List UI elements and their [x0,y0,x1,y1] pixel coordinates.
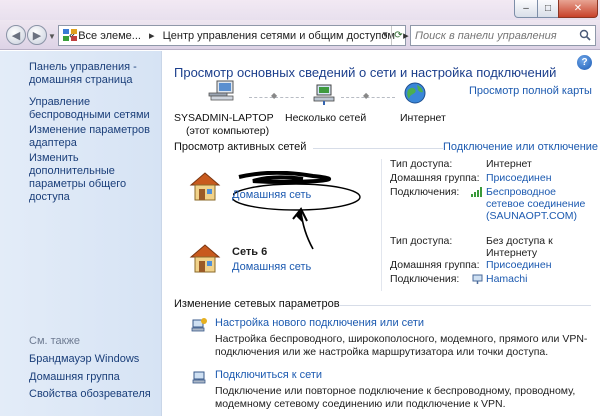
new-connection-link[interactable]: Настройка нового подключения или сети [215,317,424,329]
history-dropdown-icon[interactable]: ▼ [48,32,56,41]
title-bar: – □ ✕ [0,0,600,20]
access-type-label: Тип доступа: [390,158,453,170]
sidebar: Панель управления - домашняя страница Уп… [0,51,162,416]
network-name: Сеть 6 [232,246,268,258]
breadcrumb-chevron-icon: ▸ [149,30,155,42]
page-title: Просмотр основных сведений о сети и наст… [174,65,557,80]
connector-arrow-icon: ◆ [363,91,370,100]
refresh-icon[interactable]: ⟳ [391,26,405,45]
section-divider [339,305,591,306]
search-box[interactable] [410,25,596,46]
homegroup-label: Домашняя группа: [390,259,480,271]
connect-disconnect-link[interactable]: Подключение или отключение [443,141,598,153]
homegroup-label: Домашняя группа: [390,172,480,184]
homegroup-link[interactable]: Присоединен [486,259,552,271]
sidebar-item-home[interactable]: Панель управления - домашняя страница [29,61,157,87]
access-type-value: Интернет [486,158,532,170]
navigation-bar: ◀ ▶ ▼ « Все элеме... ▸ Центр управления … [0,20,600,50]
close-button[interactable]: ✕ [558,0,598,18]
back-button[interactable]: ◀ [6,25,26,45]
help-icon[interactable]: ? [577,55,592,70]
home-network-icon [189,244,221,273]
search-input[interactable] [415,29,575,42]
active-networks-title: Просмотр активных сетей [174,141,307,153]
homegroup-link[interactable]: Присоединен [486,172,552,184]
breadcrumb-root[interactable]: Все элеме... [78,30,141,42]
section-divider [313,148,443,149]
wireless-connection-link[interactable]: Беспроводное сетевое соединение (SAUNAOP… [486,186,591,222]
network-icon [313,84,335,105]
connections-label: Подключения: [390,186,460,198]
see-also-internet-options[interactable]: Свойства обозревателя [29,388,157,401]
networks-label: Несколько сетей [285,112,367,124]
home-network-icon [189,172,221,201]
change-settings-title: Изменение сетевых параметров [174,298,340,310]
connect-network-link[interactable]: Подключиться к сети [215,369,322,381]
back-arrow-icon: ◀ [11,29,21,42]
internet-label: Интернет [400,112,446,124]
see-also-firewall[interactable]: Брандмауэр Windows [29,353,157,366]
full-map-link[interactable]: Просмотр полной карты [469,85,592,97]
breadcrumb-current[interactable]: Центр управления сетями и общим доступом [163,30,395,42]
forward-button[interactable]: ▶ [27,25,47,45]
sidebar-item-sharing[interactable]: Изменить дополнительные параметры общего… [29,152,157,204]
access-type-label: Тип доступа: [390,235,453,247]
new-connection-icon [191,318,207,332]
computer-icon [208,80,234,101]
see-also-homegroup[interactable]: Домашняя группа [29,371,157,384]
maximize-button[interactable]: □ [537,0,559,18]
network-type-link[interactable]: Домашняя сеть [232,261,311,273]
forward-arrow-icon: ▶ [32,29,42,42]
hamachi-connection-link[interactable]: Hamachi [486,273,527,285]
access-type-value: Без доступа к Интернету [486,235,553,259]
main-content: ? Просмотр основных сведений о сети и на… [163,51,600,416]
address-dropdown-icon[interactable]: ▼ [381,30,389,39]
computer-name: SYSADMIN-LAPTOP [174,112,274,124]
connector-arrow-icon: ◆ [271,91,278,100]
address-bar[interactable]: « Все элеме... ▸ Центр управления сетями… [58,25,409,46]
wifi-signal-icon [471,187,482,197]
see-also-heading: См. также [29,335,80,347]
minimize-button[interactable]: – [514,0,538,18]
connect-network-icon [192,371,206,384]
new-connection-desc: Настройка беспроводного, широкополосного… [215,333,588,358]
sidebar-item-wireless[interactable]: Управление беспроводными сетями [29,96,157,122]
network-adapter-icon [472,274,483,284]
network-type-link[interactable]: Домашняя сеть [232,189,311,201]
connections-label: Подключения: [390,273,460,285]
breadcrumb: « Все элеме... ▸ Центр управления сетями… [69,29,414,42]
connect-network-desc: Подключение или повторное подключение к … [215,385,576,410]
sidebar-item-adapter[interactable]: Изменение параметров адаптера [29,124,157,150]
computer-sub: (этот компьютер) [186,125,270,137]
globe-icon [404,82,426,104]
search-icon[interactable] [579,29,591,41]
